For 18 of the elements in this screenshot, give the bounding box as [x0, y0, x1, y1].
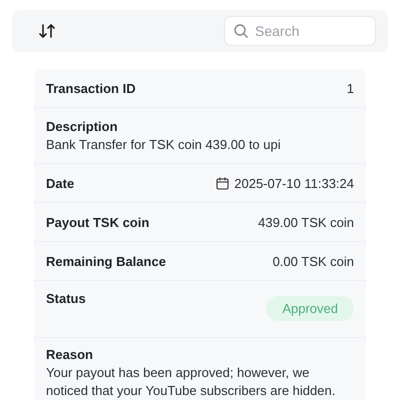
field-label: Payout TSK coin	[46, 214, 150, 230]
sort-icon[interactable]	[38, 22, 56, 40]
field-value: 439.00 TSK coin	[258, 214, 354, 230]
field-label: Status	[46, 291, 86, 306]
status-badge: Approved	[266, 296, 354, 321]
field-label: Remaining Balance	[46, 254, 166, 268]
field-label: Description	[46, 118, 118, 134]
calendar-icon	[216, 176, 230, 190]
field-label: Date	[46, 176, 74, 190]
field-value: Your payout has been approved; however, we noticed that your YouTube subscribers are hidden.	[46, 364, 336, 400]
field-value: 1	[346, 80, 354, 96]
search-field[interactable]: Search	[224, 16, 376, 46]
field-value: 0.00 TSK coin	[272, 254, 354, 268]
field-value: Bank Transfer for TSK coin 439.00 to upi	[46, 136, 281, 154]
field-value: 2025-07-10 11:33:24	[234, 176, 354, 190]
field-label: Transaction ID	[46, 80, 136, 96]
search-icon	[233, 23, 249, 39]
field-label: Reason	[46, 347, 93, 362]
